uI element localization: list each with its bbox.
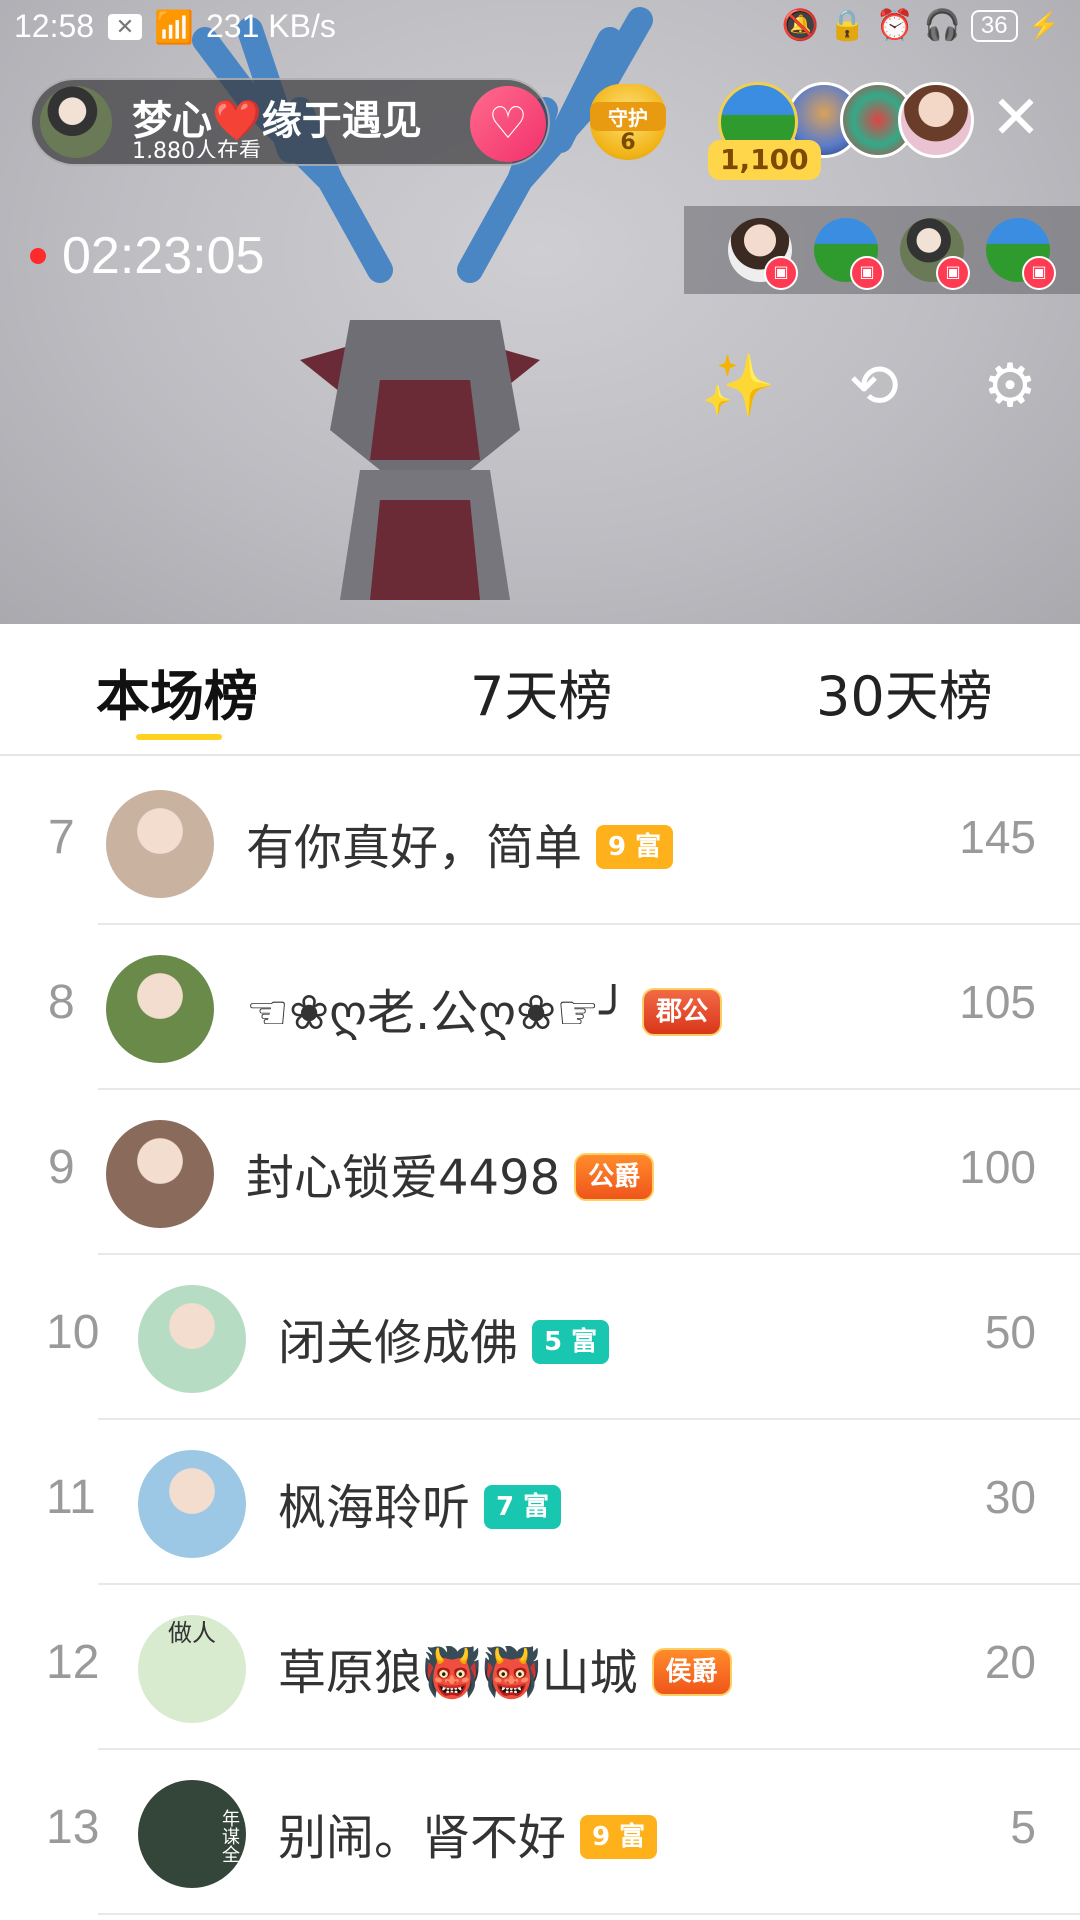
tab-this-session[interactable]: 本场榜	[96, 652, 258, 731]
heart-plus-icon: ♡	[488, 98, 528, 149]
contribution-score: 5	[1010, 1801, 1036, 1853]
notification-icon: ✕	[108, 14, 142, 40]
user-name: 闭关修成佛 5 富	[278, 1303, 610, 1373]
viewer-count: 1,880人在看	[132, 139, 261, 158]
user-name: ☜❀ღ老.公ღ❀☞╯ 郡公	[246, 973, 723, 1043]
ranking-row[interactable]: 7 有你真好，简单 9 富 145	[0, 760, 1080, 925]
host-info-pill[interactable]: 梦心❤️缘于遇见 1,880人在看 ♡	[30, 78, 550, 166]
user-name: 枫海聆听 7 富	[278, 1468, 562, 1538]
sofa-icon: ▣	[764, 256, 798, 290]
user-name-text: 别闹。肾不好	[278, 1810, 567, 1866]
level-badge: 7 富	[484, 1485, 562, 1529]
level-badge: 5 富	[532, 1320, 610, 1364]
rank-number: 9	[48, 1141, 75, 1194]
tab-7-days[interactable]: 7天榜	[470, 652, 612, 731]
user-name-text: 草原狼👹👹山城	[278, 1645, 638, 1701]
rank-number: 7	[48, 811, 75, 864]
mic-seats: ▣ ▣ ▣ ▣	[684, 206, 1080, 294]
user-avatar[interactable]: 年谋全	[138, 1780, 246, 1888]
rank-number: 8	[48, 976, 75, 1029]
level-badge: 侯爵	[651, 1648, 732, 1696]
live-timer: 02:23:05	[62, 227, 265, 285]
user-name: 草原狼👹👹山城 侯爵	[278, 1633, 732, 1703]
clock: 12:58	[14, 8, 95, 44]
level-badge: 9 富	[596, 825, 674, 869]
ranking-tabs: 本场榜 7天榜 30天榜	[0, 624, 1080, 756]
user-name: 封心锁爱4498 公爵	[246, 1138, 655, 1208]
lock-icon: 🔒	[828, 9, 867, 42]
switch-camera-button[interactable]: ⟲	[836, 348, 912, 424]
tab-30-days[interactable]: 30天榜	[816, 652, 993, 731]
user-name-text: ☜❀ღ老.公ღ❀☞╯	[246, 985, 629, 1041]
user-name-text: 封心锁爱4498	[246, 1150, 561, 1206]
follow-button[interactable]: ♡	[470, 86, 546, 162]
magic-wand-icon: ✨	[700, 351, 776, 421]
top-viewer-avatar[interactable]	[898, 82, 974, 158]
ranking-row[interactable]: 13 年谋全 别闹。肾不好 9 富 5	[0, 1750, 1080, 1915]
user-name-text: 闭关修成佛	[278, 1315, 519, 1371]
level-badge: 公爵	[574, 1153, 655, 1201]
avatar-text: 年谋全	[219, 1809, 240, 1863]
ranking-row[interactable]: 9 封心锁爱4498 公爵 100	[0, 1090, 1080, 1255]
network-speed: 231 KB/s	[206, 8, 336, 44]
level-badge: 郡公	[642, 988, 723, 1036]
user-avatar[interactable]	[106, 790, 214, 898]
headphones-icon: 🎧	[923, 9, 961, 42]
ranking-row[interactable]: 11 枫海聆听 7 富 30	[0, 1420, 1080, 1585]
gear-icon: ⚙	[983, 351, 1037, 421]
contribution-score: 105	[959, 976, 1036, 1028]
user-avatar[interactable]	[106, 1120, 214, 1228]
level-badge: 9 富	[580, 1815, 658, 1859]
guard-badge[interactable]: 守护 6	[580, 78, 676, 168]
host-avatar[interactable]	[40, 86, 112, 158]
user-name-text: 有你真好，简单	[246, 820, 583, 876]
rank-number: 12	[46, 1636, 100, 1689]
user-avatar[interactable]	[138, 1285, 246, 1393]
contribution-score: 100	[959, 1141, 1036, 1193]
contribution-score: 20	[984, 1636, 1036, 1688]
battery-icon: 36	[970, 9, 1018, 42]
user-avatar[interactable]	[106, 955, 214, 1063]
sofa-icon: ▣	[850, 256, 884, 290]
charging-icon: ⚡	[1027, 10, 1060, 40]
ranking-row[interactable]: 8 ☜❀ღ老.公ღ❀☞╯ 郡公 105	[0, 925, 1080, 1090]
wifi-icon: 📶	[154, 9, 194, 45]
alarm-icon: ⏰	[876, 9, 914, 42]
close-icon: ✕	[990, 83, 1042, 153]
active-tab-indicator	[136, 734, 222, 740]
settings-button[interactable]: ⚙	[972, 348, 1048, 424]
contribution-score: 30	[984, 1471, 1036, 1523]
divider	[98, 1913, 1080, 1915]
guard-count: 6	[620, 130, 636, 155]
contribution-score: 50	[984, 1306, 1036, 1358]
rank-number: 10	[46, 1306, 100, 1359]
live-video[interactable]: 12:58 ✕ 📶 231 KB/s 🔕 🔒 ⏰ 🎧 36 ⚡ 梦心❤️缘于遇见…	[0, 0, 1080, 624]
contribution-coins: 1,100	[708, 140, 821, 180]
mute-bell-icon: 🔕	[781, 9, 819, 42]
user-name: 有你真好，简单 9 富	[246, 808, 674, 878]
user-avatar[interactable]	[138, 1450, 246, 1558]
status-bar: 12:58 ✕ 📶 231 KB/s 🔕 🔒 ⏰ 🎧 36 ⚡	[0, 0, 1080, 54]
avatar-text: 做人	[168, 1619, 216, 1647]
user-avatar[interactable]: 做人	[138, 1615, 246, 1723]
ranking-row[interactable]: 10 闭关修成佛 5 富 50	[0, 1255, 1080, 1420]
sofa-icon: ▣	[936, 256, 970, 290]
rank-number: 13	[46, 1801, 100, 1854]
contribution-score: 145	[959, 811, 1036, 863]
user-name-text: 枫海聆听	[278, 1480, 471, 1536]
sofa-icon: ▣	[1022, 256, 1056, 290]
close-button[interactable]: ✕	[990, 88, 1042, 148]
camera-switch-icon: ⟲	[848, 351, 900, 421]
user-name: 别闹。肾不好 9 富	[278, 1798, 658, 1868]
guard-label: 守护	[590, 102, 666, 131]
ranking-row[interactable]: 12 做人草原狼👹👹山城 侯爵 20	[0, 1585, 1080, 1750]
beauty-wand-button[interactable]: ✨	[700, 348, 776, 424]
rank-number: 11	[46, 1471, 96, 1524]
recording-dot-icon	[30, 248, 46, 264]
